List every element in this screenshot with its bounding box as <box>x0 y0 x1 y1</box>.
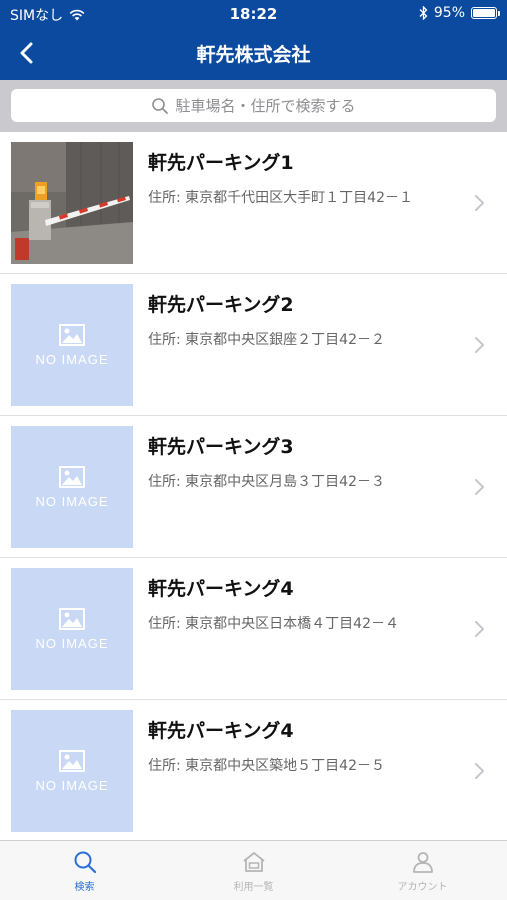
chevron-right-icon <box>475 337 484 353</box>
parking-photo <box>11 142 133 264</box>
list-item[interactable]: NO IMAGE 軒先パーキング2 住所: 東京都中央区銀座２丁目42－２ <box>0 274 507 416</box>
battery-icon <box>471 7 500 19</box>
no-image-label: NO IMAGE <box>35 635 109 651</box>
search-input[interactable]: 駐車場名・住所で検索する <box>11 89 496 122</box>
parking-name: 軒先パーキング2 <box>148 294 294 316</box>
no-image-thumbnail: NO IMAGE <box>11 568 133 690</box>
no-image-label: NO IMAGE <box>35 777 109 793</box>
image-placeholder-icon <box>59 607 85 630</box>
no-image-thumbnail: NO IMAGE <box>11 284 133 406</box>
parking-name: 軒先パーキング4 <box>148 578 294 600</box>
tab-label: 利用一覧 <box>233 881 274 893</box>
no-image-thumbnail: NO IMAGE <box>11 710 133 832</box>
nav-bar: 軒先株式会社 <box>0 30 507 80</box>
image-placeholder-icon <box>59 749 85 772</box>
list-item[interactable]: NO IMAGE 軒先パーキング3 住所: 東京都中央区月島３丁目42－３ <box>0 416 507 558</box>
search-placeholder: 駐車場名・住所で検索する <box>175 97 356 115</box>
battery-percent: 95% <box>433 5 465 21</box>
chevron-right-icon <box>475 621 484 637</box>
no-image-label: NO IMAGE <box>35 351 109 367</box>
parking-name: 軒先パーキング3 <box>148 436 294 458</box>
page-title: 軒先株式会社 <box>196 44 311 66</box>
search-area: 駐車場名・住所で検索する <box>0 80 507 132</box>
chevron-right-icon <box>475 195 484 211</box>
parking-address: 住所: 東京都中央区月島３丁目42－３ <box>148 474 385 490</box>
tab-label: アカウント <box>397 881 448 893</box>
search-icon <box>152 97 169 114</box>
battery-fill <box>473 9 495 17</box>
parking-address: 住所: 東京都中央区日本橋４丁目42－４ <box>148 616 399 632</box>
list-item[interactable]: 軒先パーキング1 住所: 東京都千代田区大手町１丁目42－１ <box>0 132 507 274</box>
bluetooth-icon <box>419 6 428 20</box>
chevron-right-icon <box>475 763 484 779</box>
house-icon <box>242 851 265 872</box>
no-image-label: NO IMAGE <box>35 493 109 509</box>
tab-account[interactable]: アカウント <box>338 841 507 900</box>
image-placeholder-icon <box>59 465 85 488</box>
search-icon <box>74 851 96 873</box>
no-image-thumbnail: NO IMAGE <box>11 426 133 548</box>
tab-bar: 検索 利用一覧 アカウント <box>0 840 507 900</box>
person-icon <box>412 851 433 873</box>
list-item[interactable]: NO IMAGE 軒先パーキング4 住所: 東京都中央区日本橋４丁目42－４ <box>0 558 507 700</box>
status-right: 95% <box>419 5 500 21</box>
back-button[interactable] <box>14 40 44 70</box>
chevron-right-icon <box>475 479 484 495</box>
parking-address: 住所: 東京都千代田区大手町１丁目42－１ <box>148 190 413 206</box>
list-item[interactable]: NO IMAGE 軒先パーキング4 住所: 東京都中央区築地５丁目42－５ <box>0 700 507 840</box>
parking-list: 軒先パーキング1 住所: 東京都千代田区大手町１丁目42－１ NO IMAGE … <box>0 132 507 840</box>
parking-name: 軒先パーキング4 <box>148 720 294 742</box>
tab-search[interactable]: 検索 <box>0 841 169 900</box>
tab-label: 検索 <box>74 881 95 893</box>
chevron-left-icon <box>20 42 33 64</box>
parking-address: 住所: 東京都中央区銀座２丁目42－２ <box>148 332 385 348</box>
parking-name: 軒先パーキング1 <box>148 152 294 174</box>
tab-usage-list[interactable]: 利用一覧 <box>169 841 338 900</box>
parking-address: 住所: 東京都中央区築地５丁目42－５ <box>148 758 385 774</box>
status-bar: SIMなし 18:22 95% <box>0 0 507 30</box>
image-placeholder-icon <box>59 323 85 346</box>
